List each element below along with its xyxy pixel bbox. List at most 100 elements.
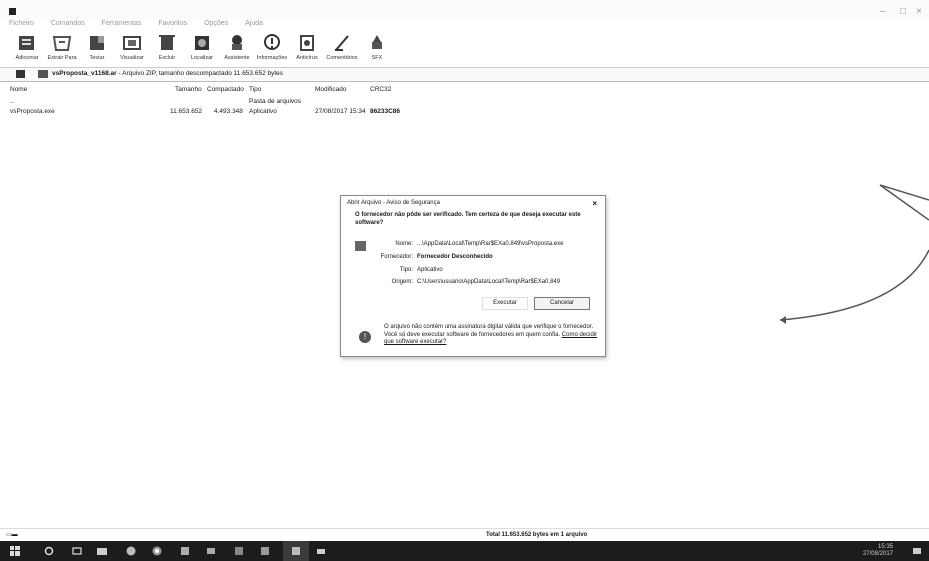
comment-button[interactable]: Comentários xyxy=(325,33,359,66)
file-modified: 27/08/2017 15:34 xyxy=(315,108,366,115)
extract-button[interactable]: Extrair Para xyxy=(45,33,79,66)
view-icon xyxy=(123,36,141,50)
menu-file[interactable]: Ficheiro xyxy=(9,20,34,27)
winrar-icon xyxy=(292,547,300,555)
extract-label: Extrair Para xyxy=(47,55,77,61)
delete-button[interactable]: Excluir xyxy=(150,33,184,66)
file-explorer-icon[interactable] xyxy=(97,546,107,556)
menu-favorites[interactable]: Favoritos xyxy=(158,20,187,27)
winrar-taskbar-button[interactable] xyxy=(283,541,309,561)
column-modified[interactable]: Modificado xyxy=(315,86,346,93)
name-value: ...\AppData\Local\Temp\Rar$EXa0.849\vsPr… xyxy=(417,241,564,247)
wizard-label: Assistente xyxy=(224,55,250,61)
test-icon xyxy=(90,36,104,50)
menu-help[interactable]: Ajuda xyxy=(245,20,263,27)
store-icon[interactable] xyxy=(180,546,190,556)
archive-info: - Arquivo ZIP, tamanho descompactado 11.… xyxy=(118,70,284,77)
dialog-warning: O arquivo não contém uma assinatura digi… xyxy=(384,324,599,347)
archive-icon xyxy=(38,70,48,78)
comment-label: Comentários xyxy=(326,55,358,61)
run-button[interactable]: Executar xyxy=(482,297,528,310)
virus-scan-button[interactable]: Antivírus xyxy=(290,33,324,66)
notification-icon[interactable] xyxy=(912,546,922,556)
parent-type: Pasta de arquivos xyxy=(249,98,302,105)
view-button[interactable]: Visualizar xyxy=(115,33,149,66)
mail-icon[interactable] xyxy=(206,546,216,556)
address-path[interactable]: vsProposta_v1168.ar - Arquivo ZIP, taman… xyxy=(52,70,283,77)
column-packed[interactable]: Compactado xyxy=(207,86,244,93)
status-drive-icon: ▭▬ xyxy=(6,532,18,538)
browser-icon[interactable] xyxy=(126,546,136,556)
dialog-close-icon[interactable]: × xyxy=(592,199,597,208)
start-icon[interactable] xyxy=(10,546,20,556)
cancel-button[interactable]: Cancelar xyxy=(534,297,590,310)
system-clock[interactable]: 15:35 27/08/2017 xyxy=(863,544,893,558)
find-icon xyxy=(195,36,209,50)
dialog-question: O fornecedor não pôde ser verificado. Te… xyxy=(355,212,581,226)
title-bar: – □ × xyxy=(0,0,929,20)
security-warning-dialog: Abrir Arquivo - Aviso de Segurança × O f… xyxy=(340,195,606,357)
name-label: Nome: xyxy=(395,241,413,247)
minimize-icon[interactable]: – xyxy=(880,6,886,17)
sfx-button[interactable]: SFX xyxy=(360,33,394,66)
toolbar: Adicionar Extrair Para Testar Visualizar… xyxy=(0,33,929,66)
column-name[interactable]: Nome xyxy=(10,86,27,93)
test-button[interactable]: Testar xyxy=(80,33,114,66)
shield-warning-icon: ! xyxy=(359,331,371,343)
file-crc: 86233C86 xyxy=(370,108,400,115)
sfx-icon xyxy=(372,35,382,49)
column-type[interactable]: Tipo xyxy=(249,86,261,93)
application-icon xyxy=(355,241,366,251)
column-size[interactable]: Tamanho xyxy=(175,86,202,93)
delete-label: Excluir xyxy=(158,55,176,61)
annotation-arrow xyxy=(779,184,929,324)
file-size: 11.653.652 xyxy=(170,108,203,115)
comment-icon xyxy=(335,35,349,51)
settings-icon[interactable] xyxy=(260,546,270,556)
info-icon xyxy=(264,34,280,50)
origin-value: C:\Users\usuario\AppData\Local\Temp\Rar$… xyxy=(417,279,561,285)
delete-icon xyxy=(159,35,175,50)
table-row[interactable]: vsProposta.exe 11.653.652 4.493.348 Apli… xyxy=(0,108,929,118)
search-icon[interactable] xyxy=(44,546,54,556)
add-button[interactable]: Adicionar xyxy=(10,33,44,66)
info-label: Informações xyxy=(256,55,288,61)
menu-tools[interactable]: Ferramentas xyxy=(102,20,142,27)
publisher-label: Fornecedor: xyxy=(380,254,413,260)
file-name: vsProposta.exe xyxy=(10,108,55,115)
dialog-title: Abrir Arquivo - Aviso de Segurança xyxy=(347,200,440,206)
cloud-icon[interactable] xyxy=(316,546,326,556)
find-button[interactable]: Localizar xyxy=(185,33,219,66)
test-label: Testar xyxy=(89,55,105,61)
type-label: Tipo: xyxy=(399,267,413,273)
status-total: Total 11.653.652 bytes em 1 arquivo xyxy=(486,532,588,538)
file-type: Aplicativo xyxy=(249,108,277,115)
virus-scan-label: Antivírus xyxy=(296,55,318,61)
archive-name: vsProposta_v1168.ar xyxy=(52,70,117,77)
info-button[interactable]: Informações xyxy=(255,33,289,66)
task-view-icon[interactable] xyxy=(72,546,82,556)
file-packed: 4.493.348 xyxy=(214,108,243,115)
add-archive-icon xyxy=(19,36,34,50)
column-headers: Nome Tamanho Compactado Tipo Modificado … xyxy=(0,86,929,96)
sfx-label: SFX xyxy=(371,55,383,61)
origin-label: Origem: xyxy=(391,279,413,285)
media-icon[interactable] xyxy=(234,546,244,556)
column-crc[interactable]: CRC32 xyxy=(370,86,391,93)
parent-folder-row[interactable]: .. Pasta de arquivos xyxy=(10,98,301,105)
maximize-icon[interactable]: □ xyxy=(900,6,906,17)
clock-date: 27/08/2017 xyxy=(862,551,893,557)
publisher-value: Fornecedor Desconhecido xyxy=(417,254,493,260)
app-icon xyxy=(9,8,16,15)
up-folder-icon[interactable] xyxy=(16,70,25,78)
virus-scan-icon xyxy=(300,35,314,51)
menu-options[interactable]: Opções xyxy=(204,20,228,27)
wizard-button[interactable]: Assistente xyxy=(220,33,254,66)
add-label: Adicionar xyxy=(15,55,39,61)
close-window-icon[interactable]: × xyxy=(916,6,922,17)
menu-commands[interactable]: Comandos xyxy=(51,20,85,27)
type-value: Aplicativo xyxy=(417,267,443,273)
status-bar: ▭▬ Total 11.653.652 bytes em 1 arquivo xyxy=(0,528,929,542)
chrome-icon[interactable] xyxy=(152,546,162,556)
wizard-icon xyxy=(232,35,242,50)
